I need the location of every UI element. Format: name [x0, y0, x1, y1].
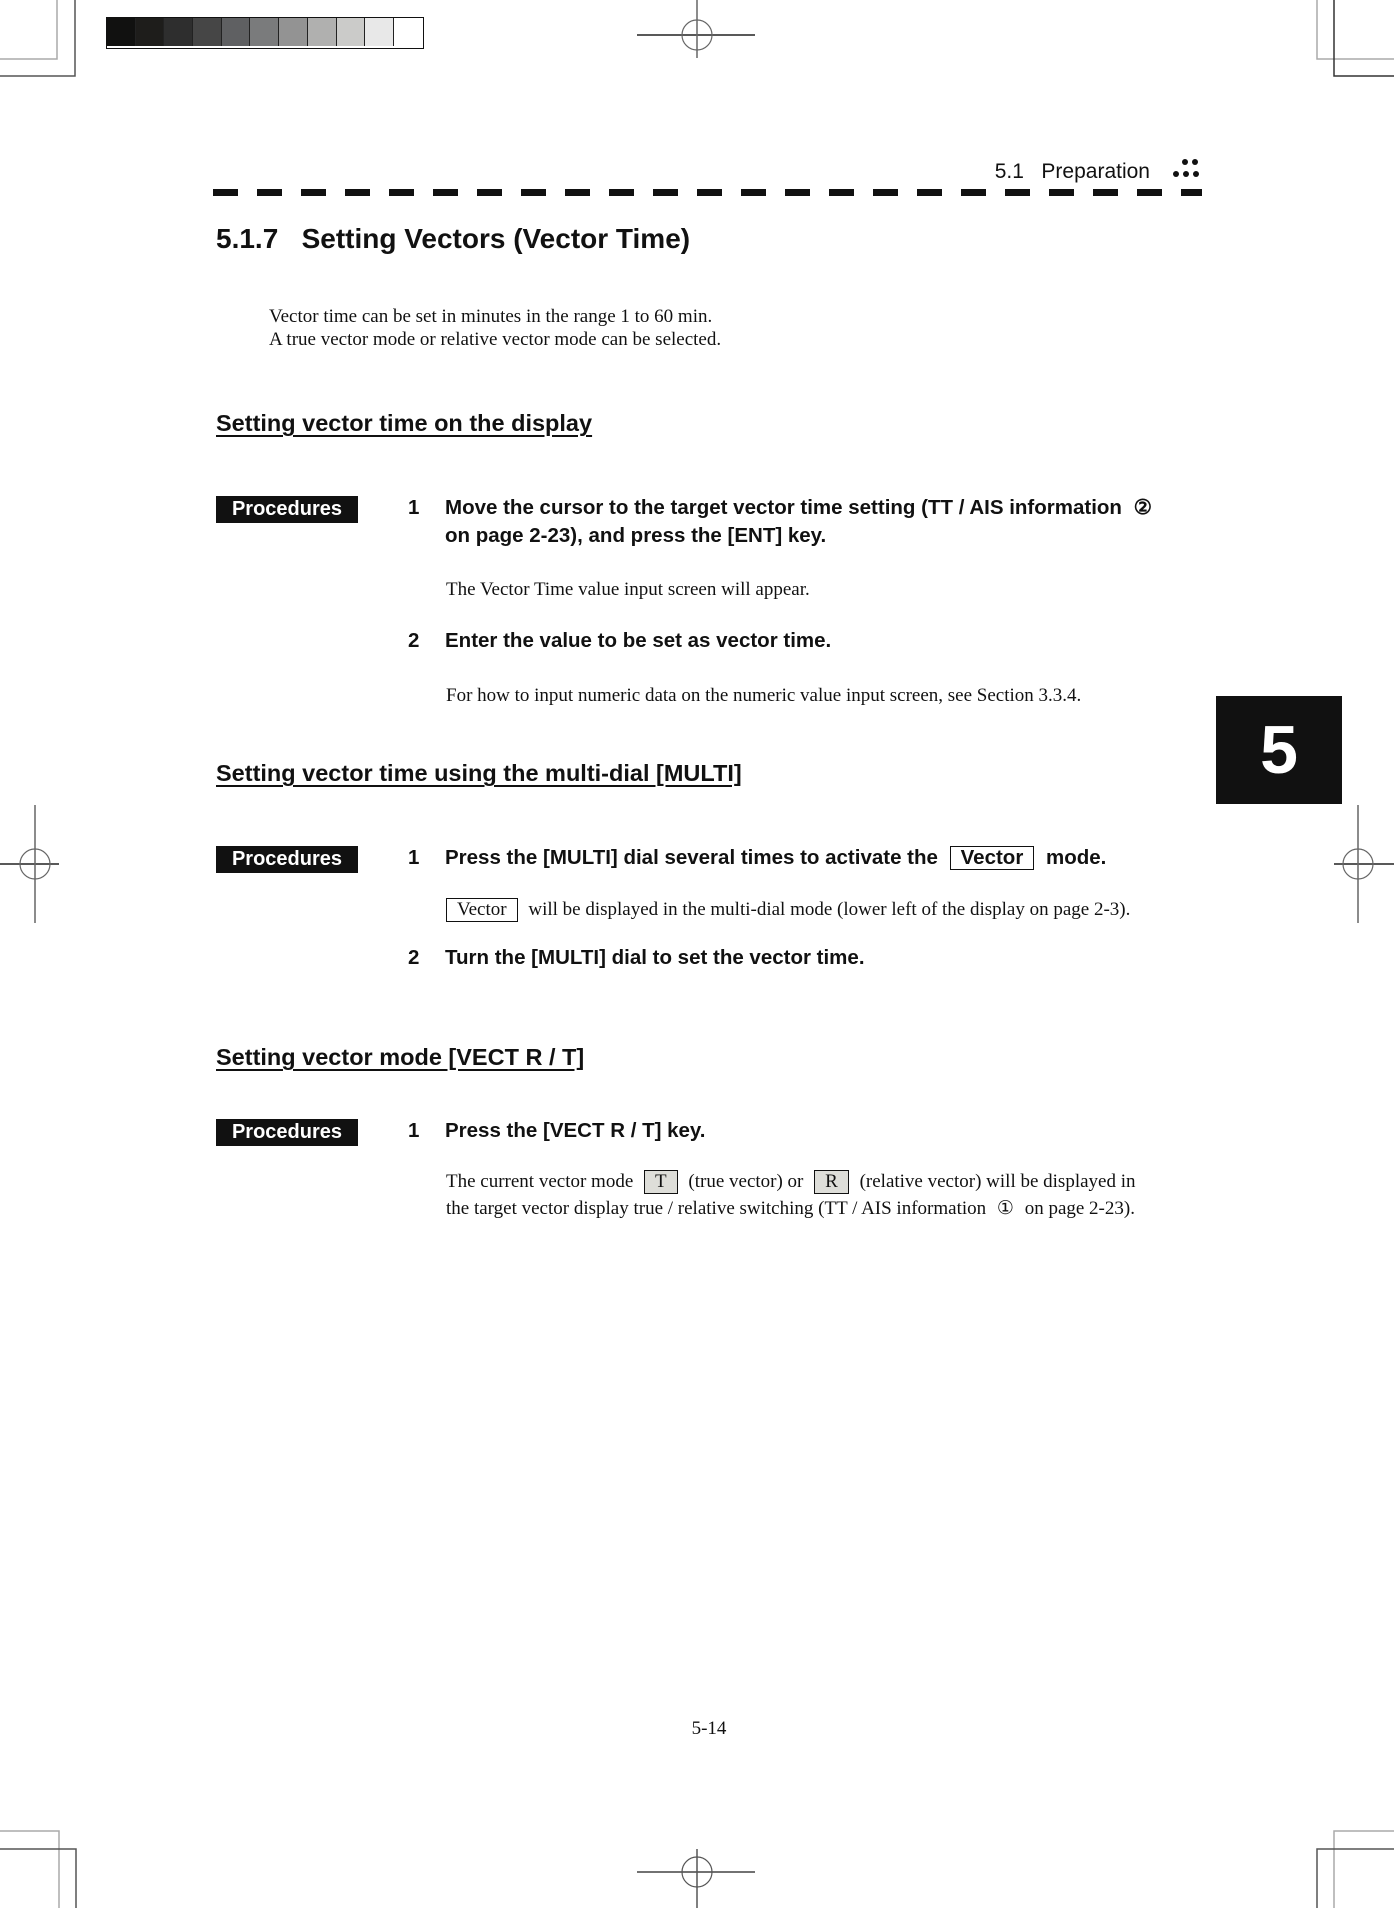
grayscale-swatch [164, 18, 194, 46]
true-vector-key-label: T [644, 1170, 678, 1194]
step-note-text: (relative vector) will be displayed in [859, 1171, 1136, 1192]
header-section-number: 5.1 [994, 160, 1024, 183]
page-title: 5.1.7 Setting Vectors (Vector Time) [216, 223, 691, 254]
step-number: 1 [408, 1119, 420, 1142]
step-text-part: Press the [MULTI] dial several times to … [445, 846, 938, 869]
step-note: Vector will be displayed in the multi-di… [446, 896, 1130, 923]
step-text: Press the [VECT R / T] key. [445, 1119, 706, 1142]
step-number: 2 [408, 629, 420, 652]
step-text: Enter the value to be set as vector time… [445, 629, 832, 652]
vector-mode-label: Vector [446, 898, 518, 922]
page-number: 5-14 [691, 1718, 727, 1739]
step-text-line-2: on page 2-23), and press the [ENT] key. [445, 524, 827, 547]
header-dots-icon [1173, 157, 1203, 183]
step-text: Press the [MULTI] dial several times to … [445, 844, 1106, 872]
grayscale-swatch [250, 18, 280, 46]
section-heading-multi-dial: Setting vector time using the multi-dial… [216, 760, 742, 786]
step-text-part: mode. [1046, 846, 1107, 869]
corner-mark-bottom-right [1316, 1830, 1394, 1908]
step-note: The current vector mode T (true vector) … [446, 1168, 1136, 1222]
intro-line-2: A true vector mode or relative vector mo… [269, 329, 722, 350]
intro-line-1: Vector time can be set in minutes in the… [269, 306, 713, 327]
grayscale-swatch [221, 18, 251, 46]
step-number: 2 [408, 946, 420, 969]
grayscale-swatch [135, 18, 165, 46]
procedures-badge: Procedures [216, 496, 358, 523]
vector-mode-label: Vector [949, 846, 1035, 870]
grayscale-calibration-bar [106, 17, 424, 49]
step-note-text: The current vector mode [446, 1171, 634, 1192]
grayscale-swatch [336, 18, 366, 46]
registration-mark-bottom [637, 1849, 755, 1908]
registration-mark-top [637, 0, 755, 58]
procedures-badge: Procedures [216, 1119, 358, 1146]
step-number: 1 [408, 496, 420, 519]
corner-mark-bottom-left [0, 1830, 77, 1908]
grayscale-swatch [193, 18, 222, 46]
step-text-line-1: Move the cursor to the target vector tim… [445, 496, 1128, 519]
chapter-tab: 5 [1216, 696, 1342, 804]
step-note-text: on page 2-23). [1024, 1198, 1135, 1219]
step-note-text: (true vector) or [688, 1171, 804, 1192]
registration-mark-left [0, 805, 59, 923]
corner-mark-top-right [1316, 0, 1394, 77]
step-note-text: will be displayed in the multi-dial mode… [528, 899, 1131, 920]
circled-number-1-icon: ① [996, 1198, 1014, 1219]
grayscale-swatch [107, 18, 136, 46]
header-dashed-rule [213, 189, 1202, 196]
step-note-text: the target vector display true / relativ… [446, 1198, 987, 1219]
step-note: For how to input numeric data on the num… [446, 685, 1082, 706]
step-number: 1 [408, 846, 420, 869]
step-text: Move the cursor to the target vector tim… [445, 494, 1158, 550]
corner-mark-top-left [0, 0, 76, 77]
step-text: Turn the [MULTI] dial to set the vector … [445, 946, 865, 969]
running-header: 5.1 Preparation [995, 160, 1150, 184]
registration-mark-right [1334, 805, 1394, 923]
relative-vector-key-label: R [814, 1170, 849, 1194]
section-heading-display: Setting vector time on the display [216, 410, 593, 436]
procedures-badge: Procedures [216, 846, 358, 873]
grayscale-swatch [279, 18, 308, 46]
grayscale-swatch [307, 18, 337, 46]
step-note: The Vector Time value input screen will … [446, 579, 810, 600]
grayscale-swatch [365, 18, 394, 46]
circled-number-2-icon: ② [1133, 496, 1153, 519]
grayscale-swatch [393, 18, 423, 46]
header-section-title: Preparation [1041, 160, 1150, 183]
section-heading-vector-mode: Setting vector mode [VECT R / T] [216, 1044, 585, 1070]
